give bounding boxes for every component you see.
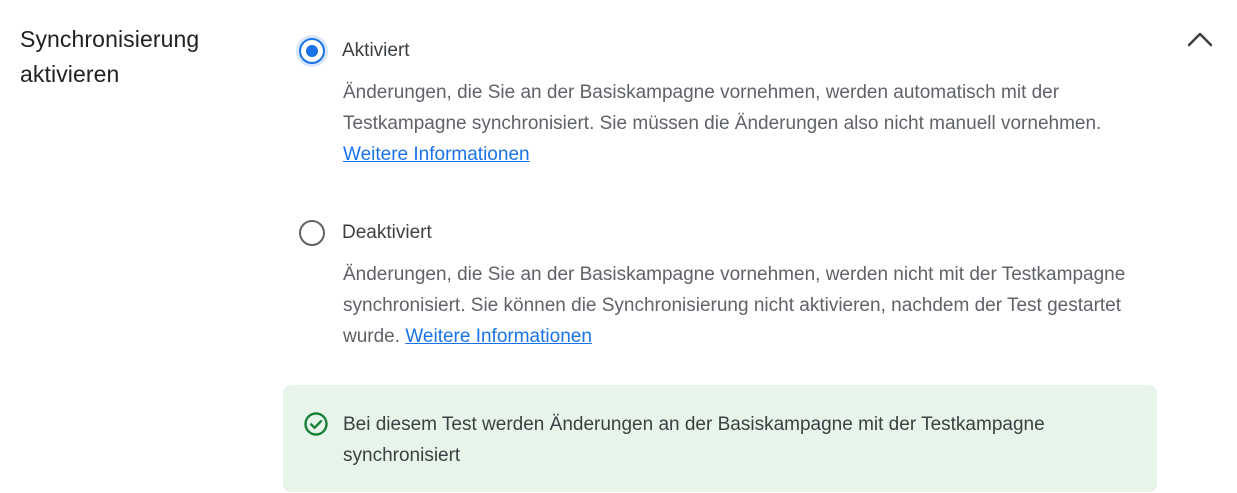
- learn-more-link-aktiviert[interactable]: Weitere Informationen: [343, 144, 530, 165]
- radio-deaktiviert-label[interactable]: Deaktiviert: [342, 222, 432, 244]
- check-circle-icon: [304, 412, 328, 436]
- chevron-up-icon: [1187, 32, 1213, 47]
- option-aktiviert-description-text: Änderungen, die Sie an der Basiskampagne…: [343, 82, 1102, 134]
- sync-status-notice: Bei diesem Test werden Änderungen an der…: [283, 385, 1157, 492]
- option-deaktiviert-description: Änderungen, die Sie an der Basiskampagne…: [343, 259, 1133, 352]
- section-title: Synchronisierung aktivieren: [20, 22, 260, 92]
- section-title-line-1: Synchronisierung: [20, 26, 200, 52]
- option-aktiviert-description: Änderungen, die Sie an der Basiskampagne…: [343, 77, 1133, 170]
- radio-aktiviert-row[interactable]: Aktiviert: [297, 34, 1157, 68]
- radio-deaktiviert-row[interactable]: Deaktiviert: [297, 216, 1157, 250]
- sync-status-text: Bei diesem Test werden Änderungen an der…: [343, 414, 1045, 466]
- collapse-button[interactable]: [1182, 24, 1218, 54]
- option-aktiviert: Aktiviert Änderungen, die Sie an der Bas…: [297, 34, 1157, 170]
- radio-deaktiviert[interactable]: [299, 220, 325, 246]
- section-title-line-2: aktivieren: [20, 61, 120, 87]
- learn-more-link-deaktiviert[interactable]: Weitere Informationen: [405, 326, 592, 347]
- radio-aktiviert-label[interactable]: Aktiviert: [342, 40, 410, 62]
- radio-selected-dot: [306, 45, 318, 57]
- radio-aktiviert[interactable]: [299, 38, 325, 64]
- option-deaktiviert: Deaktiviert Änderungen, die Sie an der B…: [297, 216, 1157, 352]
